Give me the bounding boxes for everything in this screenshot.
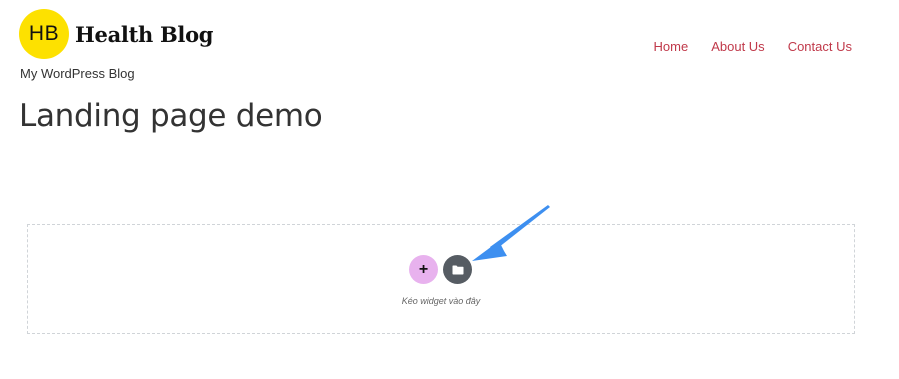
- main-nav: Home About Us Contact Us: [654, 39, 852, 54]
- nav-item-about-us[interactable]: About Us: [711, 39, 764, 54]
- site-logo[interactable]: HB Health Blog: [19, 9, 213, 59]
- nav-item-home[interactable]: Home: [654, 39, 689, 54]
- add-template-button[interactable]: [443, 255, 472, 284]
- widget-drop-zone[interactable]: + Kéo widget vào đây: [27, 224, 855, 334]
- site-tagline: My WordPress Blog: [20, 66, 135, 81]
- drop-zone-buttons: +: [409, 255, 472, 284]
- logo-badge: HB: [19, 9, 69, 59]
- folder-icon: [452, 265, 463, 274]
- plus-icon: +: [418, 260, 429, 278]
- nav-item-contact-us[interactable]: Contact Us: [788, 39, 852, 54]
- drop-zone-hint: Kéo widget vào đây: [401, 296, 481, 306]
- add-section-button[interactable]: +: [409, 255, 438, 284]
- page-title: Landing page demo: [19, 98, 323, 134]
- site-name[interactable]: Health Blog: [75, 22, 213, 47]
